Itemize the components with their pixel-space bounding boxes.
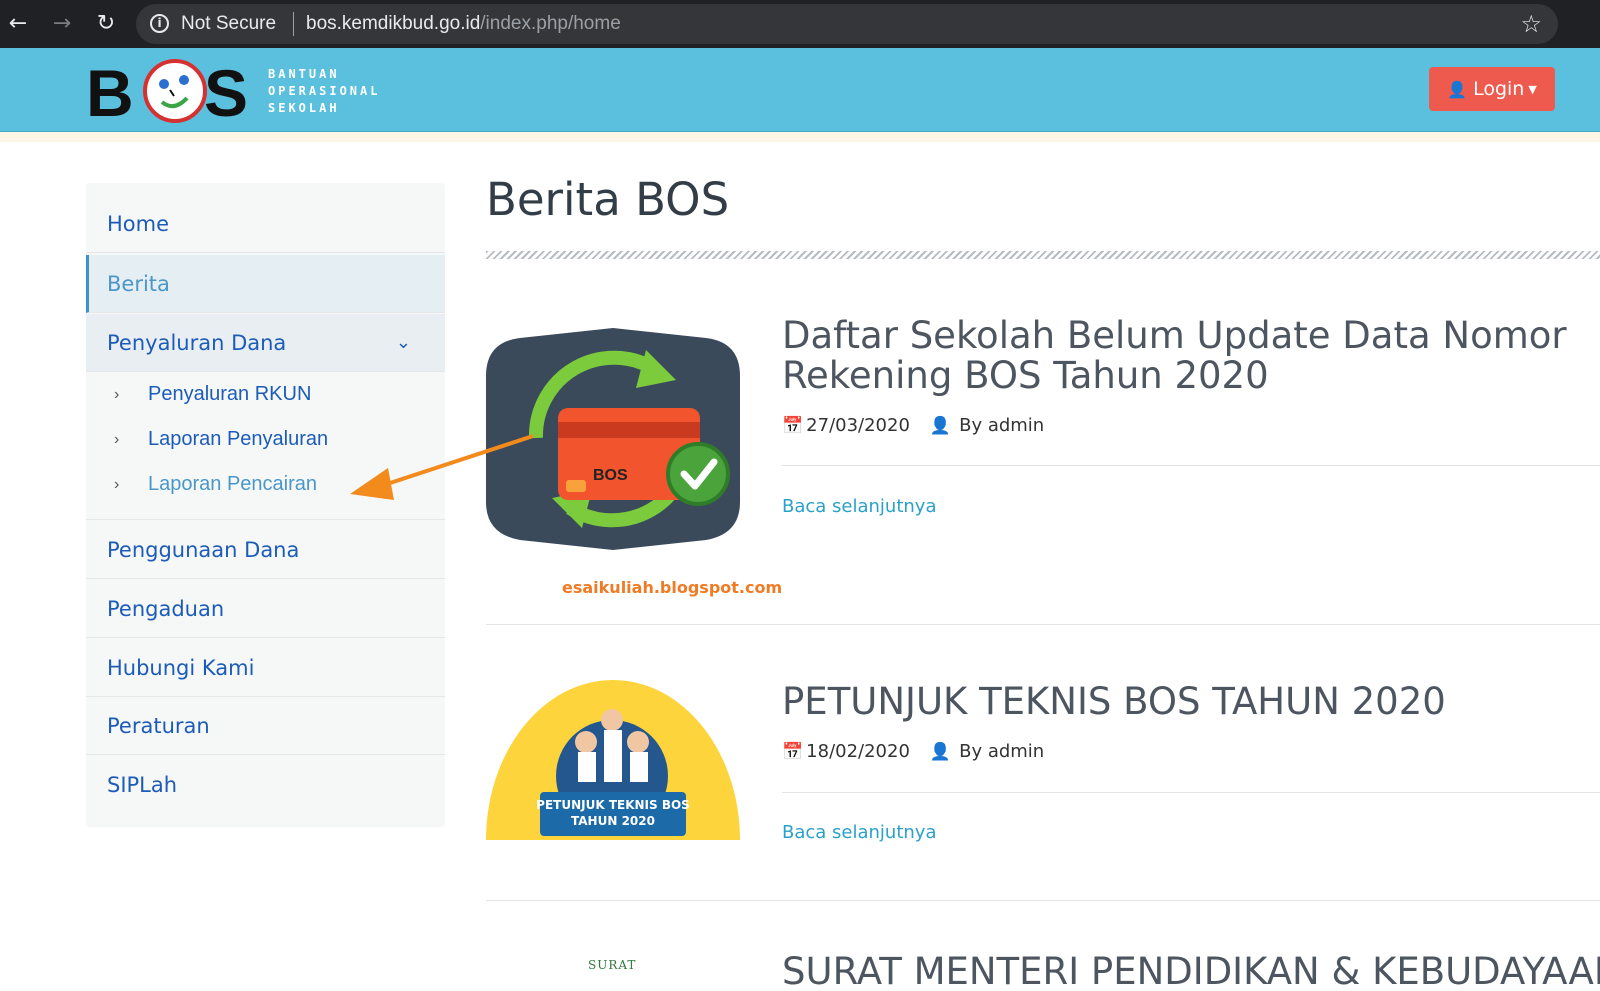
sidebar-item-peraturan[interactable]: Peraturan xyxy=(86,697,445,755)
sidebar-item-label: Penggunaan Dana xyxy=(107,538,300,562)
chevron-down-icon: ⌄ xyxy=(395,332,411,353)
news-author: By admin xyxy=(959,415,1045,436)
page-title: Berita BOS xyxy=(486,173,730,226)
svg-text:B: B xyxy=(86,56,134,128)
submenu-item-label: Laporan Pencairan xyxy=(148,473,318,495)
sidebar-item-label: Penyaluran Dana xyxy=(107,331,287,355)
read-more-link[interactable]: Baca selanjutnya xyxy=(782,822,936,844)
news-divider xyxy=(782,465,1600,466)
sidebar-item-pengaduan[interactable]: Pengaduan xyxy=(86,580,445,638)
news-author: By admin xyxy=(959,741,1045,762)
sidebar-item-label: Peraturan xyxy=(107,714,210,738)
news-item: BOS esaikuliah.blogspot.com Daftar Sekol… xyxy=(486,316,1600,626)
forward-arrow-icon[interactable]: → xyxy=(48,10,76,38)
submenu-item-label: Penyaluran RKUN xyxy=(148,383,312,405)
user-icon: 👤 xyxy=(1447,80,1468,99)
news-thumbnail[interactable]: PETUNJUK TEKNIS BOS TAHUN 2020 xyxy=(486,680,740,840)
submenu-item-laporan-pencairan[interactable]: › Laporan Pencairan xyxy=(86,462,445,507)
thumbnail-caption: TAHUN 2020 xyxy=(571,814,655,828)
security-label[interactable]: Not Secure xyxy=(181,13,276,35)
url-text[interactable]: bos.kemdikbud.go.id/index.php/home xyxy=(306,13,621,35)
logo-sub-line: SEKOLAH xyxy=(268,101,340,115)
user-icon: 👤 xyxy=(929,416,952,436)
news-separator xyxy=(486,900,1600,901)
news-separator xyxy=(486,624,1600,625)
chevron-right-icon: › xyxy=(114,386,120,403)
login-button[interactable]: 👤 Login ▼ xyxy=(1429,67,1555,111)
submenu-item-label: Laporan Penyaluran xyxy=(148,428,329,450)
sidebar-item-label: Berita xyxy=(107,272,170,296)
bookmark-star-icon[interactable]: ☆ xyxy=(1520,10,1542,38)
address-bar[interactable]: i Not Secure bos.kemdikbud.go.id/index.p… xyxy=(136,4,1558,44)
news-title[interactable]: Daftar Sekolah Belum Update Data Nomor R… xyxy=(782,316,1582,396)
watermark-text: esaikuliah.blogspot.com xyxy=(562,578,783,597)
url-host: bos.kemdikbud.go.id xyxy=(306,13,481,34)
news-meta: 📅 18/02/2020 👤 By admin xyxy=(782,741,1044,763)
news-thumbnail-caption: SURAT xyxy=(588,958,637,972)
bos-logo[interactable]: B S BANTUAN OPERASIONAL SEKOLAH xyxy=(86,56,377,130)
caret-down-icon: ▼ xyxy=(1528,82,1537,96)
sidebar-item-hubungi-kami[interactable]: Hubungi Kami xyxy=(86,639,445,697)
svg-text:S: S xyxy=(204,56,248,128)
browser-toolbar: ← → ↻ i Not Secure bos.kemdikbud.go.id/i… xyxy=(0,0,1600,48)
logo-sub-line: BANTUAN xyxy=(268,67,340,81)
address-bar-divider xyxy=(293,12,294,36)
submenu-item-penyaluran-rkun[interactable]: › Penyaluran RKUN xyxy=(86,372,445,417)
news-title[interactable]: PETUNJUK TEKNIS BOS TAHUN 2020 xyxy=(782,682,1582,722)
news-date: 18/02/2020 xyxy=(806,741,910,762)
logo-sub-line: OPERASIONAL xyxy=(268,84,381,98)
news-title[interactable]: SURAT MENTERI PENDIDIKAN & KEBUDAYAAN xyxy=(782,952,1600,991)
sidebar-item-home[interactable]: Home xyxy=(86,195,445,253)
sidebar-item-penggunaan-dana[interactable]: Penggunaan Dana xyxy=(86,521,445,579)
submenu-penyaluran-dana: › Penyaluran RKUN › Laporan Penyaluran › La… xyxy=(86,372,445,520)
sidebar-item-label: SIPLah xyxy=(107,773,178,797)
calendar-icon: 📅 xyxy=(782,742,804,762)
thumbnail-caption: PETUNJUK TEKNIS BOS xyxy=(536,798,690,812)
header-strip xyxy=(0,132,1600,142)
back-arrow-icon[interactable]: ← xyxy=(4,10,32,38)
sidebar-item-label: Home xyxy=(107,212,170,236)
bos-logo-mark: B S xyxy=(86,56,248,130)
submenu-item-laporan-penyaluran[interactable]: › Laporan Penyaluran xyxy=(86,417,445,462)
reload-icon[interactable]: ↻ xyxy=(92,10,120,38)
news-meta: 📅 27/03/2020 👤 By admin xyxy=(782,415,1044,437)
sidebar-item-label: Hubungi Kami xyxy=(107,656,255,680)
sidebar-item-penyaluran-dana[interactable]: Penyaluran Dana ⌄ xyxy=(86,314,445,372)
logo-subtitle: BANTUAN OPERASIONAL SEKOLAH xyxy=(268,66,380,117)
news-date: 27/03/2020 xyxy=(806,415,910,436)
chevron-right-icon: › xyxy=(114,476,120,493)
sidebar-item-label: Pengaduan xyxy=(107,597,225,621)
login-label: Login xyxy=(1473,78,1525,100)
news-divider xyxy=(782,792,1600,793)
info-icon[interactable]: i xyxy=(150,14,169,33)
user-icon: 👤 xyxy=(929,742,952,762)
read-more-link[interactable]: Baca selanjutnya xyxy=(782,496,936,518)
sidebar-item-siplah[interactable]: SIPLah xyxy=(86,756,445,814)
card-logo-text: BOS xyxy=(593,467,628,484)
chevron-right-icon: › xyxy=(114,431,120,448)
url-path: /index.php/home xyxy=(480,13,621,34)
title-divider xyxy=(486,251,1600,259)
sidebar-item-berita[interactable]: Berita xyxy=(86,255,445,313)
sidebar-menu: Home Berita Penyaluran Dana ⌄ › Penyaluran… xyxy=(86,183,445,827)
calendar-icon: 📅 xyxy=(782,416,804,436)
news-thumbnail[interactable]: BOS xyxy=(486,328,740,550)
news-item: PETUNJUK TEKNIS BOS TAHUN 2020 PETUNJUK … xyxy=(486,680,1600,902)
